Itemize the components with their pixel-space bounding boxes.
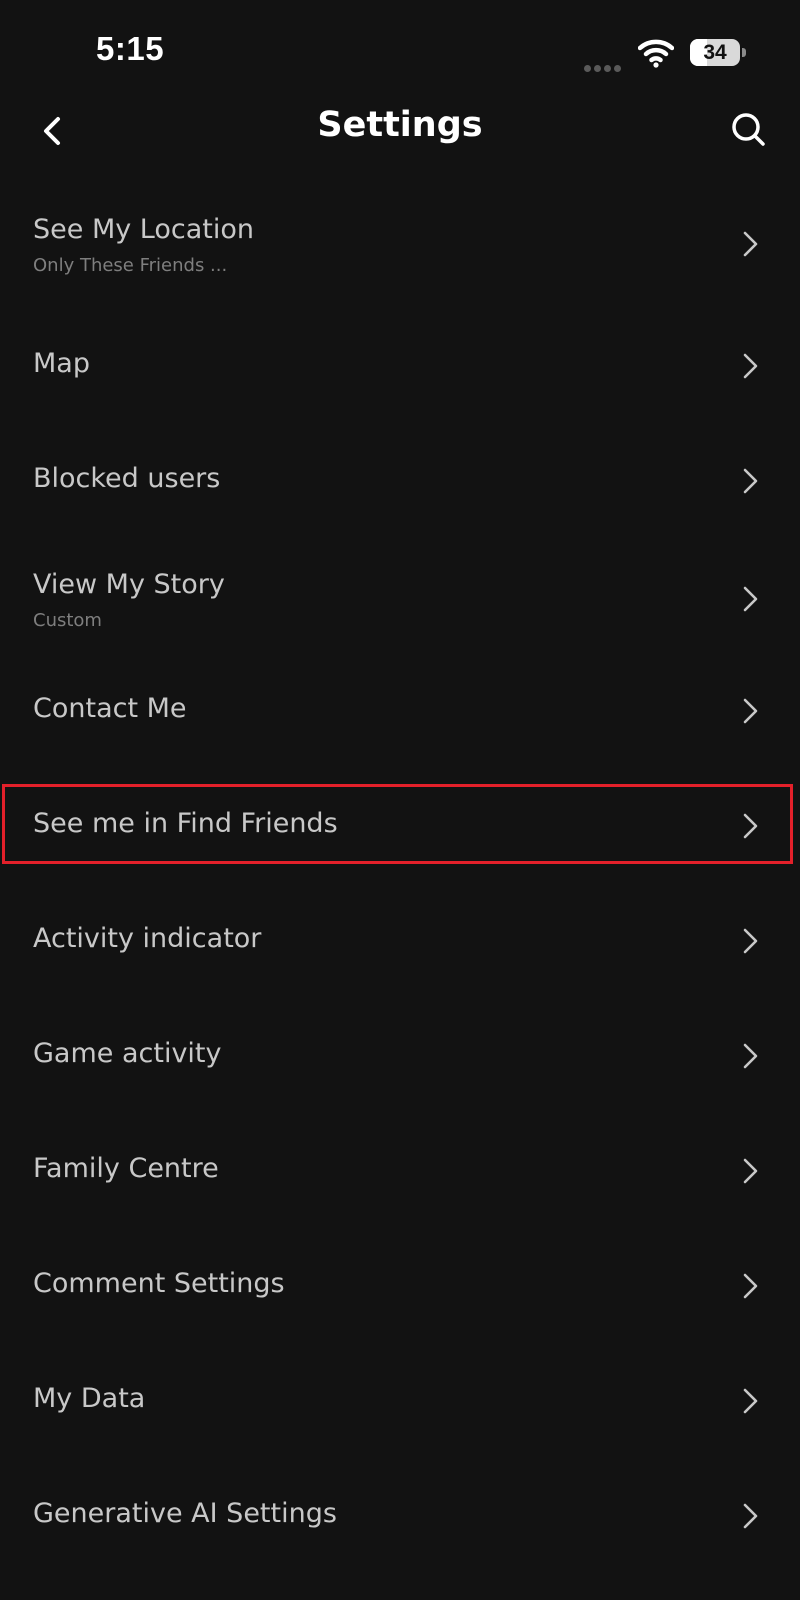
- settings-row-label: See My Location: [33, 214, 254, 245]
- search-icon: [732, 113, 765, 146]
- chevron-right-icon: [743, 468, 758, 494]
- settings-row-label: Game activity: [33, 1038, 222, 1069]
- settings-row-label: Generative AI Settings: [33, 1498, 337, 1529]
- settings-row[interactable]: See me in Find Friends: [0, 760, 800, 875]
- settings-row-label: Family Centre: [33, 1153, 219, 1184]
- chevron-right-icon: [743, 231, 758, 257]
- settings-row[interactable]: View My Story Custom: [0, 530, 800, 645]
- chevron-right-icon: [743, 813, 758, 839]
- settings-row-label: Comment Settings: [33, 1268, 285, 1299]
- settings-row-label: See me in Find Friends: [33, 808, 338, 839]
- settings-row-label: Activity indicator: [33, 923, 262, 954]
- settings-row[interactable]: Game activity: [0, 990, 800, 1105]
- wifi-icon: [638, 39, 674, 68]
- chevron-right-icon: [743, 1158, 758, 1184]
- settings-row[interactable]: Blocked users: [0, 415, 800, 530]
- chevron-right-icon: [743, 1043, 758, 1069]
- battery-level: 34: [703, 41, 727, 64]
- settings-row-label: Contact Me: [33, 693, 187, 724]
- settings-row[interactable]: Map: [0, 300, 800, 415]
- settings-row-sublabel: Only These Friends ...: [33, 255, 228, 276]
- page-title: Settings: [317, 105, 483, 145]
- settings-row[interactable]: My Data: [0, 1335, 800, 1450]
- battery-icon: 34: [690, 39, 746, 66]
- chevron-right-icon: [743, 353, 758, 379]
- settings-row[interactable]: Activity indicator: [0, 875, 800, 990]
- chevron-right-icon: [743, 1273, 758, 1299]
- settings-row[interactable]: Family Centre: [0, 1105, 800, 1220]
- settings-row-label: Map: [33, 348, 90, 379]
- chevron-right-icon: [743, 1388, 758, 1414]
- status-bar: 5:15 34: [0, 0, 800, 100]
- settings-row[interactable]: See My Location Only These Friends ...: [0, 175, 800, 290]
- chevron-right-icon: [743, 1503, 758, 1529]
- chevron-right-icon: [743, 586, 758, 612]
- cellular-signal-icon: [584, 57, 628, 72]
- header: Settings: [0, 95, 800, 165]
- chevron-right-icon: [743, 928, 758, 954]
- chevron-right-icon: [743, 698, 758, 724]
- settings-row-label: View My Story: [33, 569, 225, 600]
- settings-row[interactable]: Comment Settings: [0, 1220, 800, 1335]
- status-time: 5:15: [96, 30, 165, 67]
- settings-row[interactable]: Contact Me: [0, 645, 800, 760]
- settings-row-label: My Data: [33, 1383, 146, 1414]
- settings-row[interactable]: Generative AI Settings: [0, 1450, 800, 1565]
- search-button[interactable]: [726, 107, 772, 153]
- settings-row-sublabel: Custom: [33, 610, 102, 631]
- settings-row-label: Blocked users: [33, 463, 221, 494]
